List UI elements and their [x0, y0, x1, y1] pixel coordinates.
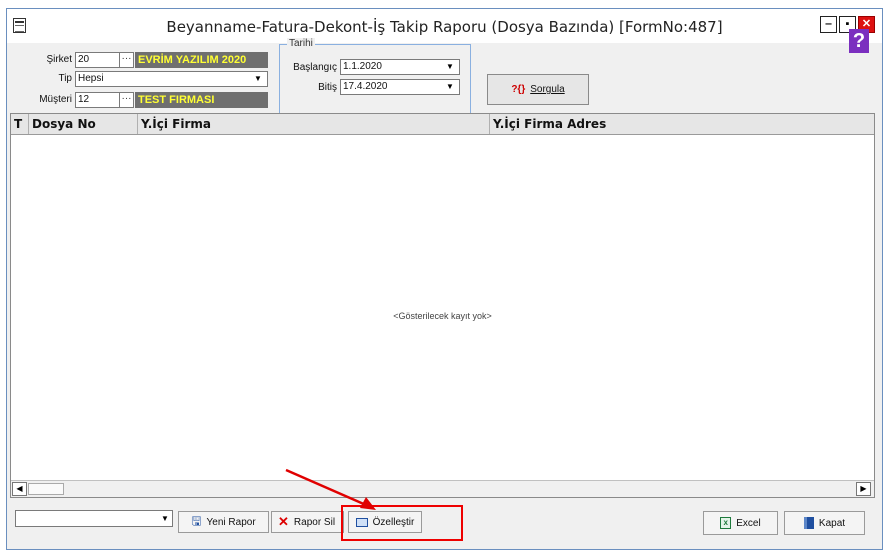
sirket-code-field[interactable]: 20 [75, 52, 120, 68]
sorgula-button[interactable]: ?{} Sorgula [487, 74, 589, 105]
tip-label: Tip [58, 73, 72, 84]
help-icon[interactable]: ? [849, 29, 869, 53]
bitis-label: Bitiş [318, 82, 337, 93]
bitis-value: 17.4.2020 [343, 81, 388, 92]
musteri-name-display: TEST FIRMASI [135, 92, 268, 108]
baslangic-date-picker[interactable]: 1.1.2020 ▼ [340, 59, 460, 75]
delete-icon: ✕ [278, 514, 289, 529]
baslangic-label: Başlangıç [293, 62, 337, 73]
scroll-right-icon[interactable]: ▶ [856, 482, 871, 496]
column-header-dosya-no[interactable]: Dosya No [29, 114, 138, 134]
grid-header: T Dosya No Y.İçi Firma Y.İçi Firma Adres [11, 114, 874, 135]
scroll-thumb[interactable] [28, 483, 64, 495]
kapat-button[interactable]: Kapat [784, 511, 865, 535]
excel-label: Excel [736, 517, 761, 529]
bitis-date-picker[interactable]: 17.4.2020 ▼ [340, 79, 460, 95]
report-grid[interactable]: T Dosya No Y.İçi Firma Y.İçi Firma Adres… [10, 113, 875, 498]
chevron-down-icon[interactable]: ▼ [443, 60, 457, 74]
column-header-yici-firma-adres[interactable]: Y.İçi Firma Adres [490, 114, 874, 134]
musteri-lookup-button[interactable]: ··· [120, 92, 134, 108]
sirket-name-display: EVRİM YAZILIM 2020 [135, 52, 268, 68]
date-group-title: Tarihi [287, 38, 315, 49]
scroll-left-icon[interactable]: ◀ [12, 482, 27, 496]
window-title: Beyanname-Fatura-Dekont-İş Takip Raporu … [166, 18, 723, 36]
sorgula-label: Sorgula [530, 84, 565, 95]
save-icon: 🖫 [191, 513, 202, 528]
exit-door-icon [803, 517, 814, 529]
query-icon: ?{} [511, 84, 526, 95]
baslangic-value: 1.1.2020 [343, 61, 382, 72]
chevron-down-icon[interactable]: ▼ [443, 80, 457, 94]
rapor-sil-button[interactable]: ✕ Rapor Sil [271, 511, 344, 533]
title-bar: Beyanname-Fatura-Dekont-İş Takip Raporu … [7, 9, 882, 43]
report-select[interactable]: ▼ [15, 510, 173, 527]
chevron-down-icon[interactable]: ▼ [158, 512, 172, 526]
column-header-yici-firma[interactable]: Y.İçi Firma [138, 114, 490, 134]
sirket-label: Şirket [46, 54, 72, 65]
chevron-down-icon[interactable]: ▼ [251, 72, 265, 86]
sirket-lookup-button[interactable]: ··· [120, 52, 134, 68]
horizontal-scrollbar[interactable]: ◀ ▶ [11, 480, 874, 497]
rapor-sil-label: Rapor Sil [293, 516, 336, 528]
tip-value: Hepsi [78, 73, 104, 84]
tip-select[interactable]: Hepsi ▼ [75, 71, 268, 87]
musteri-label: Müşteri [39, 94, 72, 105]
excel-icon: x [720, 517, 732, 529]
yeni-rapor-button[interactable]: 🖫 Yeni Rapor [178, 511, 269, 533]
minimize-button[interactable]: ‒ [820, 16, 837, 33]
empty-grid-message: <Gösterilecek kayıt yok> [393, 311, 492, 321]
kapat-label: Kapat [818, 517, 846, 529]
yeni-rapor-label: Yeni Rapor [206, 516, 256, 528]
excel-button[interactable]: x Excel [703, 511, 778, 535]
column-header-t[interactable]: T [11, 114, 29, 134]
report-select-value [16, 516, 18, 527]
musteri-code-field[interactable]: 12 [75, 92, 120, 108]
annotation-highlight-box [341, 505, 463, 541]
